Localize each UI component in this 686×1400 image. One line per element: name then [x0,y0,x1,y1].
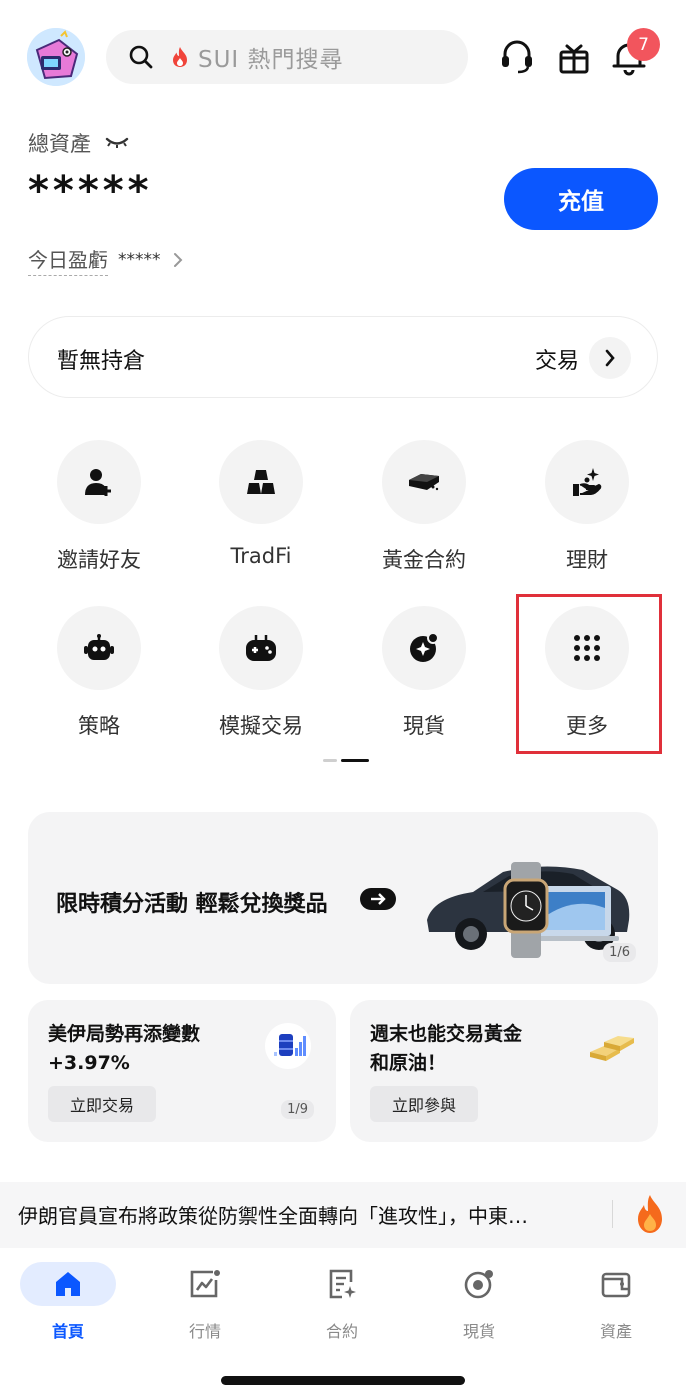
card-title-line2: +3.97% [48,1052,130,1074]
tab-spot[interactable]: 現貨 [424,1262,534,1342]
trade-arrow-button[interactable] [589,337,631,379]
contract-doc-icon [294,1262,390,1306]
shortcut-label: 黃金合約 [382,548,466,572]
tab-label: 行情 [188,1322,221,1341]
chevron-right-icon [605,349,615,367]
shortcut-label: 現貨 [403,714,445,738]
shortcut-label: TradFi [230,544,292,568]
pnl-label: 今日盈虧 [28,244,108,276]
tab-label: 資產 [599,1322,632,1341]
today-pnl[interactable]: 今日盈虧 ***** [28,244,183,276]
notification-badge: 7 [627,28,660,61]
news-card-weekend-gold[interactable]: 週末也能交易黃金 和原油！ 立即參與 [350,1000,658,1142]
join-now-button[interactable]: 立即參與 [370,1086,479,1122]
gamepad-icon [219,606,303,690]
shortcut-tradfi[interactable]: TradFi [191,440,331,568]
total-assets-text: 總資產 [28,132,91,156]
avatar[interactable] [27,28,85,86]
promo-banner[interactable]: 限時積分活動 輕鬆兌換獎品 1/6 [28,812,658,984]
chevron-right-icon [173,253,182,267]
market-chart-icon [157,1262,253,1306]
fire-icon [173,47,187,67]
trade-link[interactable]: 交易 [535,343,579,375]
search-icon [129,45,153,69]
total-assets-label: 總資產 [28,128,129,158]
card-pager: 1/9 [281,1100,314,1119]
page-dot [323,759,337,762]
eye-closed-icon[interactable] [105,136,129,150]
wallet-icon [568,1262,664,1306]
total-assets-value: ***** [28,168,153,214]
card-title: 週末也能交易黃金 和原油！ [370,1020,522,1078]
oil-barrel-chart-icon [265,1023,311,1069]
search-placeholder: SUI 熱門搜尋 [198,47,344,73]
fire-icon[interactable] [636,1194,664,1234]
card-title-line1: 美伊局勢再添變數 [48,1023,201,1045]
spot-icon [431,1262,527,1306]
gold-bars-icon [219,440,303,524]
prize-car-watch-laptop-image [427,862,630,958]
wealth-icon [545,440,629,524]
tab-home[interactable]: 首頁 [13,1262,123,1342]
news-card-geopolitics[interactable]: 美伊局勢再添變數 +3.97% 立即交易 1/9 [28,1000,336,1142]
page-dot-active [341,759,369,762]
deposit-button[interactable]: 充值 [504,168,658,230]
promo-text: 限時積分活動 輕鬆兌換獎品 [56,892,328,917]
search-bar[interactable]: SUI 熱門搜尋 [106,30,468,84]
tab-label: 合約 [325,1322,358,1341]
shortcut-demo-trading[interactable]: 模擬交易 [191,606,331,740]
pnl-value: ***** [118,250,161,270]
tab-market[interactable]: 行情 [150,1262,260,1342]
trade-now-button[interactable]: 立即交易 [48,1086,157,1122]
tab-label: 現貨 [462,1322,495,1341]
shortcut-gold-futures[interactable]: 黃金合約 [354,440,494,574]
gold-ingot-icon [382,440,466,524]
news-ticker[interactable]: 伊朗官員宣布將政策從防禦性全面轉向「進攻性」，中東… [0,1182,686,1248]
shortcut-label: 策略 [78,714,120,738]
divider [612,1200,613,1228]
news-text: 伊朗官員宣布將政策從防禦性全面轉向「進攻性」，中東… [18,1204,528,1228]
invite-friend-icon [57,440,141,524]
gold-bars-icon [590,1036,634,1061]
promo-pager: 1/6 [603,943,636,962]
shortcut-invite-friends[interactable]: 邀請好友 [29,440,169,574]
tab-contract[interactable]: 合約 [287,1262,397,1342]
robot-icon [57,606,141,690]
spot-coin-icon [382,606,466,690]
shortcut-label: 理財 [566,548,608,572]
tab-label: 首頁 [51,1322,84,1341]
tab-assets[interactable]: 資產 [561,1262,671,1342]
shortcut-label: 邀請好友 [57,548,141,572]
gift-icon[interactable] [557,38,591,76]
card-title-line2: 和原油！ [370,1052,447,1074]
arrow-right-icon [360,888,396,910]
no-positions-text: 暫無持倉 [57,349,146,374]
customer-service-icon[interactable] [500,38,534,76]
positions-card[interactable]: 暫無持倉 交易 [28,316,658,398]
home-icon [20,1262,116,1306]
shortcut-strategy[interactable]: 策略 [29,606,169,740]
home-indicator [221,1376,465,1385]
card-title: 美伊局勢再添變數 +3.97% [48,1020,200,1078]
highlight-box [516,594,662,754]
shortcut-label: 模擬交易 [219,714,303,738]
shortcut-wealth[interactable]: 理財 [517,440,657,574]
card-title-line1: 週末也能交易黃金 [370,1023,523,1045]
shortcut-spot[interactable]: 現貨 [354,606,494,740]
